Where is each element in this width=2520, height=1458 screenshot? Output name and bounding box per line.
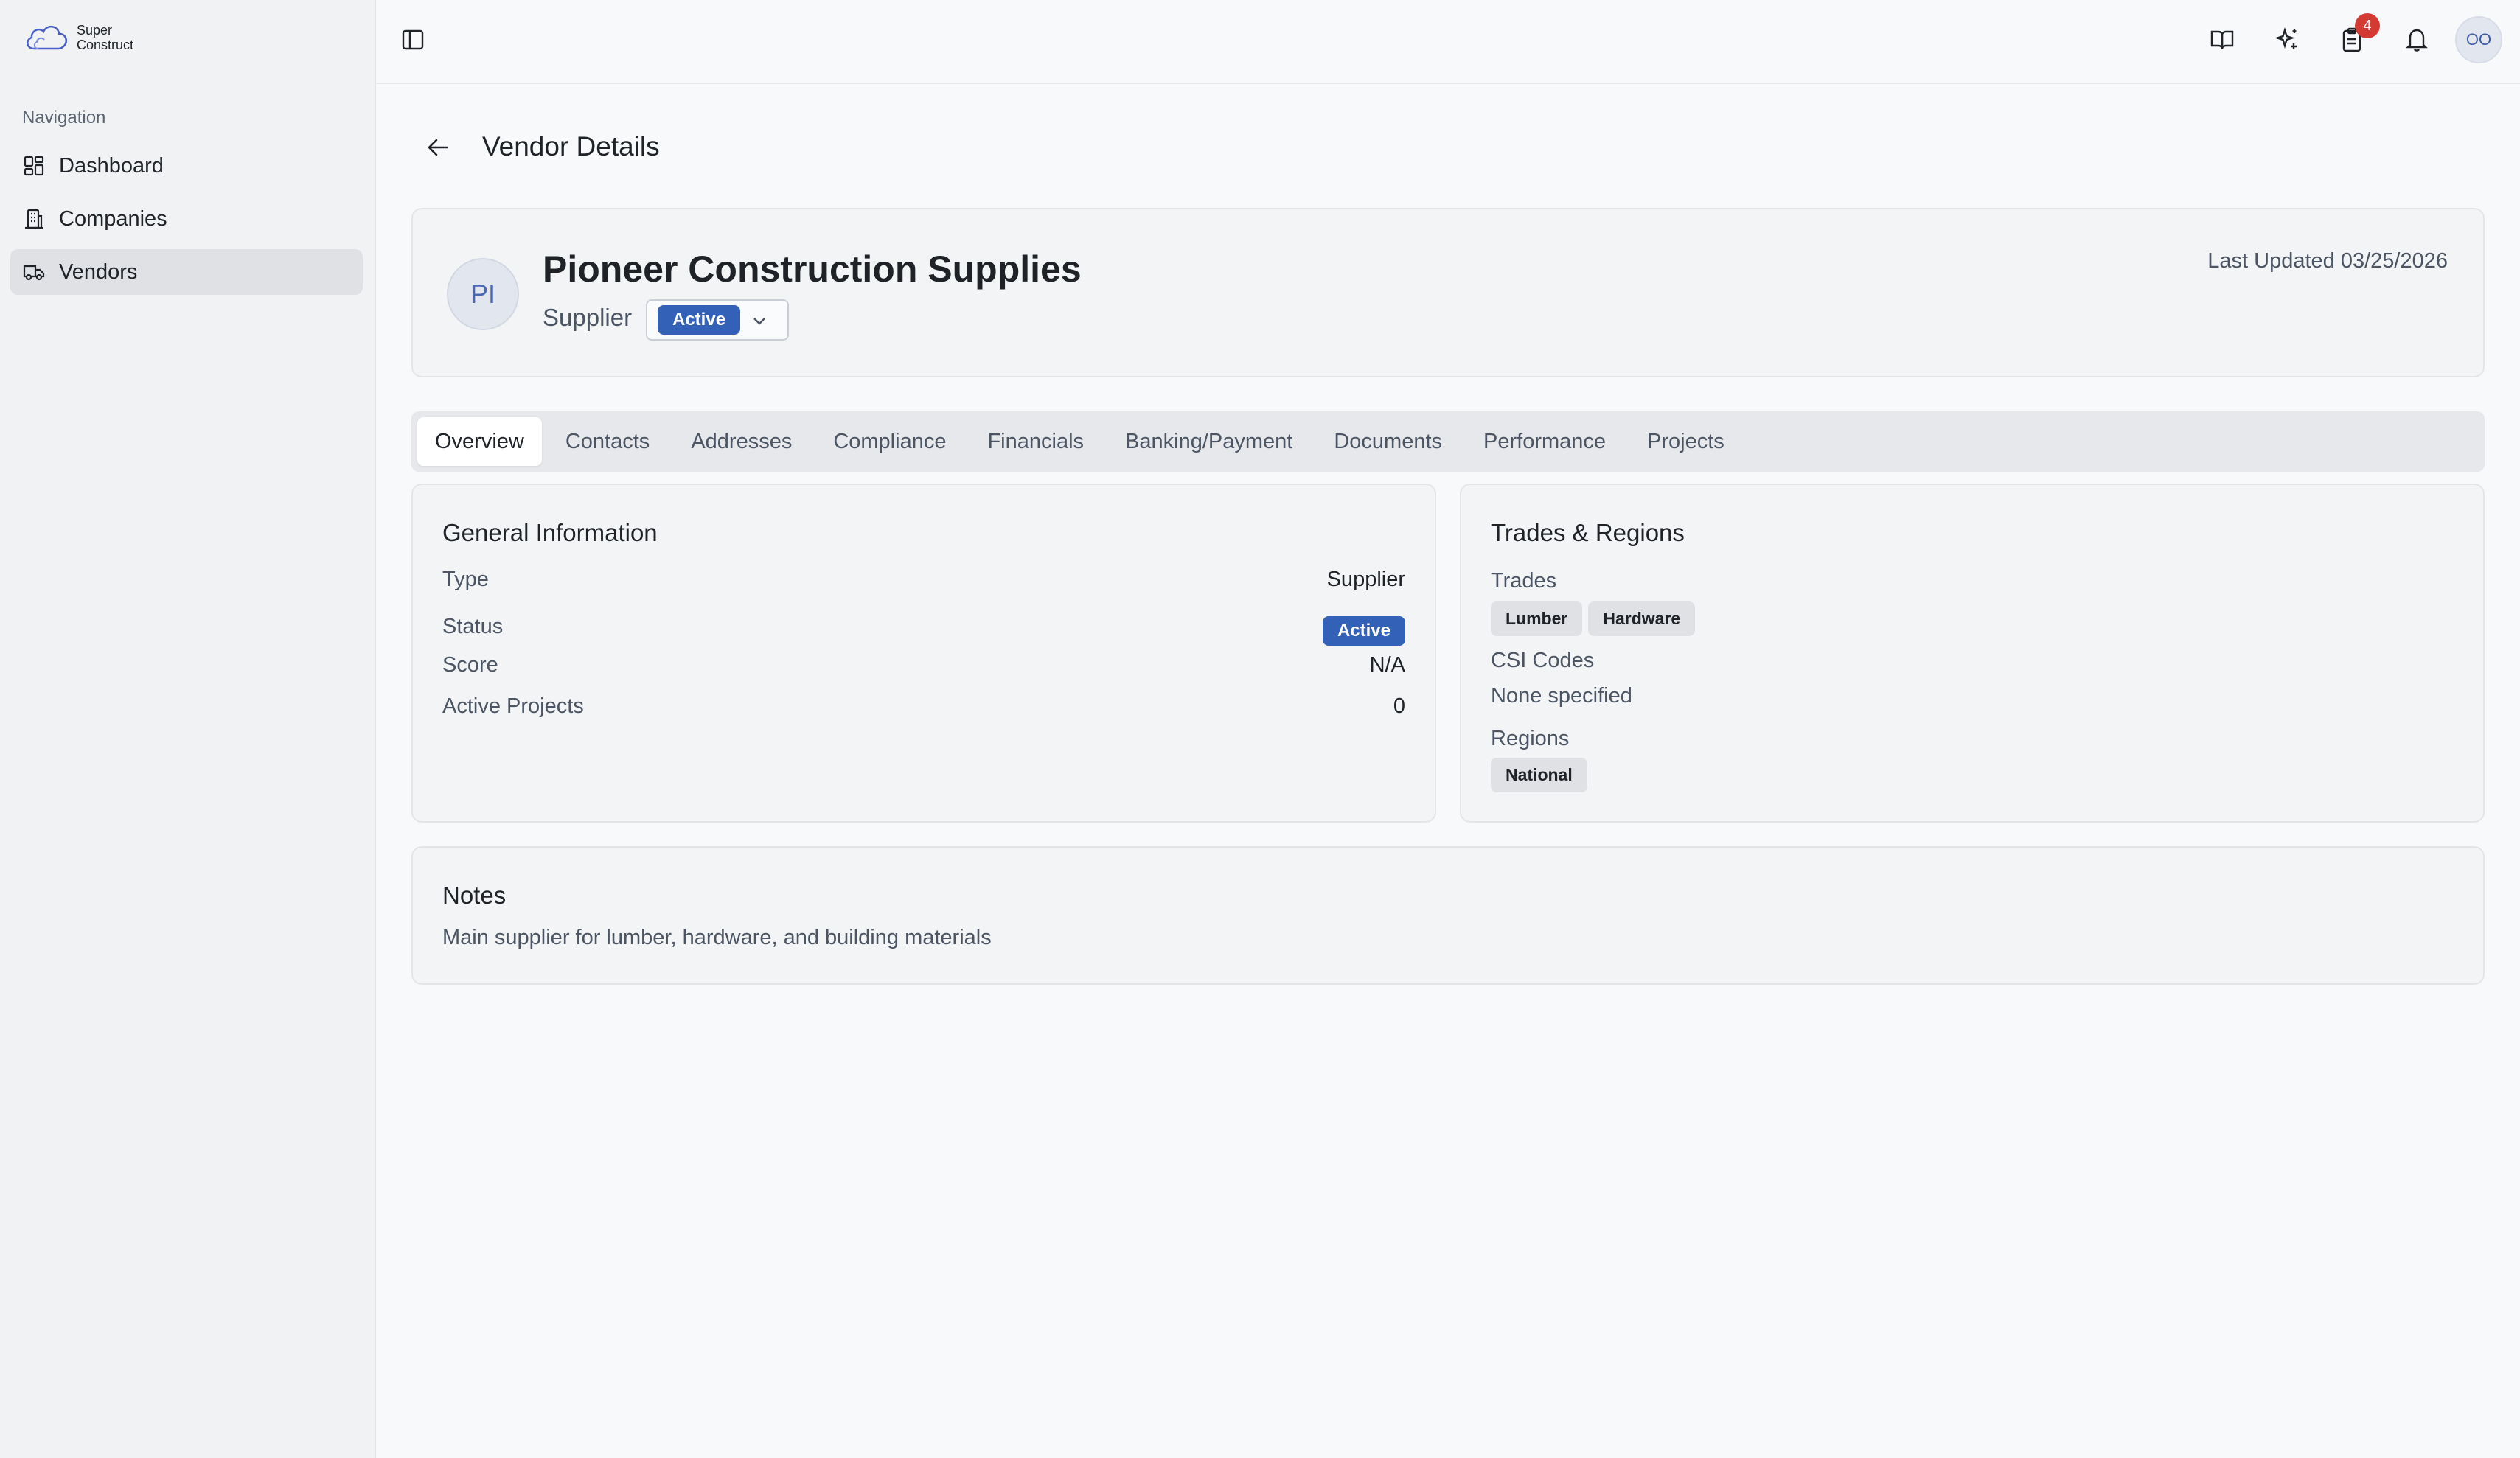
row-label: Status (442, 614, 504, 638)
info-row-status: Status Active (442, 607, 1405, 646)
cloud-logo-icon (27, 26, 68, 50)
status-badge: Active (1322, 616, 1405, 646)
chevron-down-icon (752, 308, 767, 332)
tab-performance[interactable]: Performance (1466, 417, 1623, 466)
row-value: Supplier (1326, 568, 1405, 591)
sparkles-icon[interactable] (2272, 25, 2302, 55)
back-arrow-icon[interactable] (423, 133, 453, 162)
vendor-header-card: PI Pioneer Construction Supplies Supplie… (411, 208, 2485, 377)
book-icon[interactable] (2207, 25, 2237, 55)
tab-compliance[interactable]: Compliance (815, 417, 964, 466)
vendor-type: Supplier (543, 304, 633, 331)
dashboard-icon (22, 154, 46, 178)
tab-addresses[interactable]: Addresses (673, 417, 810, 466)
sidebar-toggle-icon[interactable] (401, 28, 428, 55)
clipboard-icon[interactable]: 4 (2337, 13, 2380, 55)
csi-codes-label: CSI Codes (1491, 649, 1595, 672)
top-bar: 4 OO (376, 0, 2520, 84)
vendor-avatar: PI (447, 258, 519, 330)
building-icon (22, 207, 46, 231)
trades-label: Trades (1491, 569, 1557, 593)
tab-contacts[interactable]: Contacts (548, 417, 667, 466)
card-title: General Information (442, 519, 658, 546)
csi-codes-value: None specified (1491, 684, 1632, 708)
sidebar-item-dashboard[interactable]: Dashboard (10, 143, 363, 189)
general-information-card: General Information Type Supplier Status… (411, 484, 1436, 823)
truck-icon (22, 260, 46, 284)
logo-line-1: Super (77, 23, 113, 38)
trades-regions-card: Trades & Regions Trades Lumber Hardware … (1460, 484, 2485, 823)
row-value: 0 (1393, 694, 1405, 718)
row-value: N/A (1369, 653, 1405, 677)
vendor-tabs: Overview Contacts Addresses Compliance F… (411, 411, 2485, 472)
vendor-name: Pioneer Construction Supplies (543, 248, 1082, 290)
card-title: Trades & Regions (1491, 519, 1685, 546)
row-label: Active Projects (442, 694, 584, 718)
notes-text: Main supplier for lumber, hardware, and … (442, 926, 992, 949)
tab-projects[interactable]: Projects (1629, 417, 1742, 466)
info-row-active-projects: Active Projects 0 (442, 694, 1405, 719)
page-title: Vendor Details (482, 131, 660, 161)
info-row-score: Score N/A (442, 653, 1405, 677)
nav-heading: Navigation (22, 108, 106, 128)
card-title: Notes (442, 882, 507, 909)
app-logo[interactable]: Super Construct (24, 21, 133, 55)
row-label: Type (442, 568, 489, 591)
trade-chip: Lumber (1491, 601, 1583, 636)
status-dropdown[interactable]: Active (646, 299, 789, 341)
last-updated: Last Updated 03/25/2026 (2207, 249, 2448, 273)
status-badge: Active (658, 305, 741, 335)
trade-chip: Hardware (1588, 601, 1696, 636)
regions-chips: National (1491, 758, 1587, 792)
sidebar-item-vendors[interactable]: Vendors (10, 249, 363, 295)
sidebar-item-label: Companies (59, 206, 167, 231)
region-chip: National (1491, 758, 1587, 792)
regions-label: Regions (1491, 727, 1570, 750)
tab-documents[interactable]: Documents (1316, 417, 1460, 466)
notification-badge: 4 (2355, 13, 2380, 38)
tab-banking-payment[interactable]: Banking/Payment (1107, 417, 1310, 466)
tab-overview[interactable]: Overview (417, 417, 542, 466)
row-label: Score (442, 653, 498, 677)
bell-icon[interactable] (2402, 25, 2432, 55)
sidebar: Super Construct Navigation Dashboard Com… (0, 0, 376, 1458)
sidebar-item-companies[interactable]: Companies (10, 196, 363, 242)
user-avatar[interactable]: OO (2455, 16, 2502, 63)
info-row-type: Type Supplier (442, 568, 1405, 592)
tab-financials[interactable]: Financials (970, 417, 1101, 466)
sidebar-item-label: Vendors (59, 259, 138, 284)
logo-line-2: Construct (77, 38, 134, 52)
trades-chips: Lumber Hardware (1491, 601, 1696, 636)
sidebar-item-label: Dashboard (59, 153, 164, 178)
notes-card: Notes Main supplier for lumber, hardware… (411, 846, 2485, 985)
